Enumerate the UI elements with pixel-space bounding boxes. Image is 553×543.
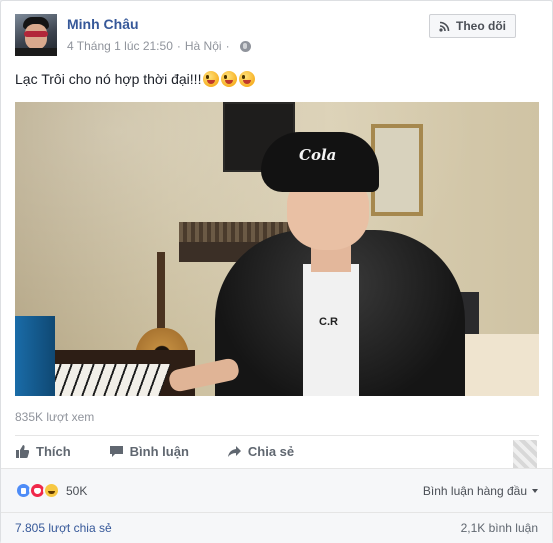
- video-cap-logo: Cola: [299, 146, 337, 164]
- video-shirt-print: C.R: [319, 316, 338, 328]
- video-piano-keys: [39, 364, 171, 396]
- video-bed: [459, 334, 539, 396]
- video-player[interactable]: C.R Cola: [15, 102, 539, 396]
- comment-sort-label: Bình luận hàng đầu: [422, 483, 527, 498]
- avatar-glasses: [24, 31, 48, 37]
- reaction-count[interactable]: 50K: [66, 484, 87, 498]
- footer-row: 7.805 lượt chia sẻ 2,1K bình luận: [1, 512, 552, 543]
- avatar-face: [25, 24, 47, 50]
- chevron-down-icon: [532, 488, 538, 493]
- view-count: 835K lượt xem: [15, 410, 95, 424]
- author-avatar[interactable]: [15, 14, 57, 56]
- like-button[interactable]: Thích: [15, 444, 71, 459]
- page-avatar-thumbnail[interactable]: [513, 440, 537, 468]
- reactions-row: 50K Bình luận hàng đầu: [1, 468, 552, 512]
- meta-separator: ·: [176, 39, 181, 53]
- share-arrow-icon: [227, 444, 242, 459]
- comment-label: Bình luận: [129, 444, 189, 459]
- like-label: Thích: [36, 444, 71, 459]
- post-timestamp[interactable]: 4 Tháng 1 lúc 21:50: [67, 39, 173, 53]
- follow-label: Theo dõi: [456, 19, 506, 33]
- post-message: Lạc Trôi cho nó hợp thời đại!!!: [15, 71, 202, 87]
- rss-icon: [439, 21, 450, 32]
- comment-icon: [109, 444, 124, 459]
- winking-tongue-emoji-icon: [239, 71, 256, 87]
- share-label: Chia sẻ: [247, 444, 295, 459]
- follow-button[interactable]: Theo dõi: [429, 14, 516, 38]
- post-card: Minh Châu 4 Tháng 1 lúc 21:50 · Hà Nội ·…: [0, 0, 553, 543]
- comment-count[interactable]: 2,1K bình luận: [461, 521, 538, 535]
- post-meta: 4 Tháng 1 lúc 21:50 · Hà Nội ·: [67, 39, 251, 53]
- post-location[interactable]: Hà Nội: [185, 39, 222, 53]
- video-guitar-neck: [157, 252, 165, 332]
- video-music-stand: [15, 316, 55, 396]
- thumbs-up-icon: [15, 444, 30, 459]
- comment-sort-dropdown[interactable]: Bình luận hàng đầu: [423, 484, 538, 498]
- winking-tongue-emoji-icon: [203, 71, 220, 87]
- share-count[interactable]: 7.805 lượt chia sẻ: [15, 521, 112, 535]
- haha-reaction-icon[interactable]: [43, 482, 60, 499]
- winking-tongue-emoji-icon: [221, 71, 238, 87]
- comment-button[interactable]: Bình luận: [109, 444, 189, 459]
- action-bar: Thích Bình luận Chia sẻ: [15, 435, 539, 468]
- share-button[interactable]: Chia sẻ: [227, 444, 294, 459]
- author-name[interactable]: Minh Châu: [67, 16, 139, 32]
- meta-separator-2: ·: [225, 39, 230, 53]
- globe-icon[interactable]: [239, 40, 251, 52]
- post-text: Lạc Trôi cho nó hợp thời đại!!!: [15, 71, 256, 87]
- avatar-shirt: [15, 48, 57, 56]
